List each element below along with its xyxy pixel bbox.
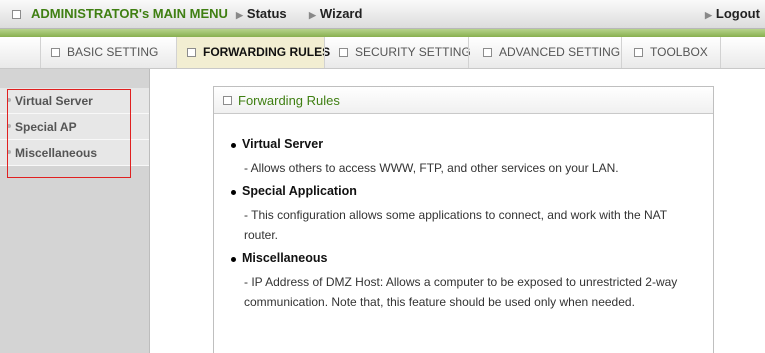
square-icon xyxy=(51,48,60,57)
sidebar-item-label: Virtual Server xyxy=(15,94,93,108)
tab-forwarding-rules[interactable]: FORWARDING RULES xyxy=(176,37,330,68)
wizard-link[interactable]: ▶ Wizard xyxy=(309,6,362,21)
section-title: Special Application xyxy=(242,184,357,198)
section-description: - IP Address of DMZ Host: Allows a compu… xyxy=(244,275,678,309)
wizard-link-label: Wizard xyxy=(319,6,363,21)
square-icon xyxy=(12,10,21,19)
square-icon xyxy=(223,96,232,105)
bullet-dot-icon xyxy=(7,124,11,128)
logout-link-label: Logout xyxy=(715,6,760,21)
sidebar: Virtual Server Special AP Miscellaneous xyxy=(0,69,150,353)
triangle-right-icon: ▶ xyxy=(236,10,243,20)
panel-title: Forwarding Rules xyxy=(238,93,340,108)
sidebar-header xyxy=(0,69,149,88)
sidebar-item-label: Miscellaneous xyxy=(15,146,98,160)
sidebar-item-virtual-server[interactable]: Virtual Server xyxy=(0,88,149,114)
tab-label: BASIC SETTING xyxy=(67,45,159,59)
square-icon xyxy=(339,48,348,57)
status-link[interactable]: ▶ Status xyxy=(236,6,287,21)
green-divider-strip xyxy=(0,29,765,37)
square-icon xyxy=(483,48,492,57)
tab-advanced-setting[interactable]: ADVANCED SETTING xyxy=(468,37,621,68)
main-tab-row: BASIC SETTING FORWARDING RULES SECURITY … xyxy=(0,37,765,69)
section-title: Virtual Server xyxy=(242,137,324,151)
sidebar-item-special-ap[interactable]: Special AP xyxy=(0,114,149,140)
tab-security-setting[interactable]: SECURITY SETTING xyxy=(324,37,471,68)
tab-label: FORWARDING RULES xyxy=(203,45,331,59)
bullet-icon xyxy=(231,143,236,148)
forwarding-rules-panel: Forwarding Rules Virtual Server - Allows… xyxy=(213,86,714,353)
bullet-icon xyxy=(231,257,236,262)
bullet-icon xyxy=(231,190,236,195)
section-title: Miscellaneous xyxy=(242,251,328,265)
status-link-label: Status xyxy=(246,6,287,21)
bullet-dot-icon xyxy=(7,98,11,102)
sidebar-item-label: Special AP xyxy=(15,120,77,134)
tab-label: SECURITY SETTING xyxy=(355,45,471,59)
tab-label: TOOLBOX xyxy=(650,45,708,59)
tab-toolbox[interactable]: TOOLBOX xyxy=(621,37,721,68)
triangle-right-icon: ▶ xyxy=(309,10,316,20)
tab-label: ADVANCED SETTING xyxy=(499,45,621,59)
section-description: - Allows others to access WWW, FTP, and … xyxy=(244,161,619,175)
logout-link[interactable]: ▶ Logout xyxy=(705,6,760,21)
tab-basic-setting[interactable]: BASIC SETTING xyxy=(40,37,176,68)
sidebar-item-miscellaneous[interactable]: Miscellaneous xyxy=(0,140,149,166)
square-icon xyxy=(634,48,643,57)
square-icon xyxy=(187,48,196,57)
top-menu-bar: ADMINISTRATOR's MAIN MENU ▶ Status ▶ Wizar… xyxy=(0,0,765,29)
bullet-dot-icon xyxy=(7,150,11,154)
admin-main-menu-title[interactable]: ADMINISTRATOR's MAIN MENU xyxy=(31,6,228,21)
triangle-right-icon: ▶ xyxy=(705,10,712,20)
panel-header: Forwarding Rules xyxy=(214,87,713,114)
section-description: - This configuration allows some applica… xyxy=(244,208,667,242)
